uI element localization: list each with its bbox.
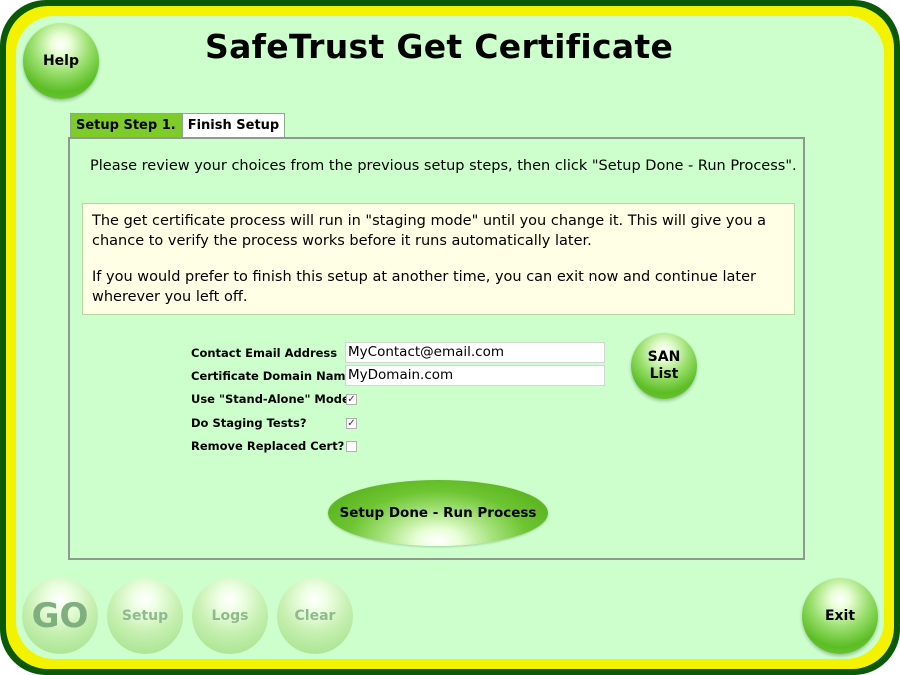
tab-bar: Setup Step 1. Finish Setup — [70, 113, 286, 139]
help-button[interactable]: Help — [23, 23, 99, 99]
info-paragraph-exit: If you would prefer to finish this setup… — [92, 269, 756, 305]
standalone-label: Use "Stand-Alone" Mode? — [191, 392, 357, 406]
email-field[interactable]: MyContact@email.com — [345, 342, 605, 363]
tab-finish-setup[interactable]: Finish Setup — [181, 113, 286, 139]
logs-button[interactable]: Logs — [192, 578, 268, 654]
setup-button[interactable]: Setup — [107, 578, 183, 654]
remove-cert-checkbox[interactable] — [346, 441, 357, 452]
info-box: The get certificate process will run in … — [82, 203, 795, 315]
info-paragraph-staging: The get certificate process will run in … — [92, 213, 767, 249]
domain-field[interactable]: MyDomain.com — [345, 365, 605, 386]
tab-setup-step-1[interactable]: Setup Step 1. — [70, 113, 182, 138]
app-title: SafeTrust Get Certificate — [205, 27, 674, 66]
instructions-text: Please review your choices from the prev… — [90, 158, 797, 174]
staging-checkbox[interactable]: ✓ — [346, 418, 357, 429]
domain-label: Certificate Domain Name — [191, 369, 354, 383]
staging-label: Do Staging Tests? — [191, 416, 307, 430]
exit-button[interactable]: Exit — [802, 578, 878, 654]
run-process-button[interactable]: Setup Done - Run Process — [328, 480, 548, 546]
remove-cert-label: Remove Replaced Cert? — [191, 439, 345, 453]
san-list-button[interactable]: SAN List — [631, 333, 697, 399]
go-button[interactable]: GO — [22, 578, 98, 654]
standalone-checkbox[interactable]: ✓ — [346, 394, 357, 405]
email-label: Contact Email Address — [191, 346, 338, 360]
clear-button[interactable]: Clear — [277, 578, 353, 654]
